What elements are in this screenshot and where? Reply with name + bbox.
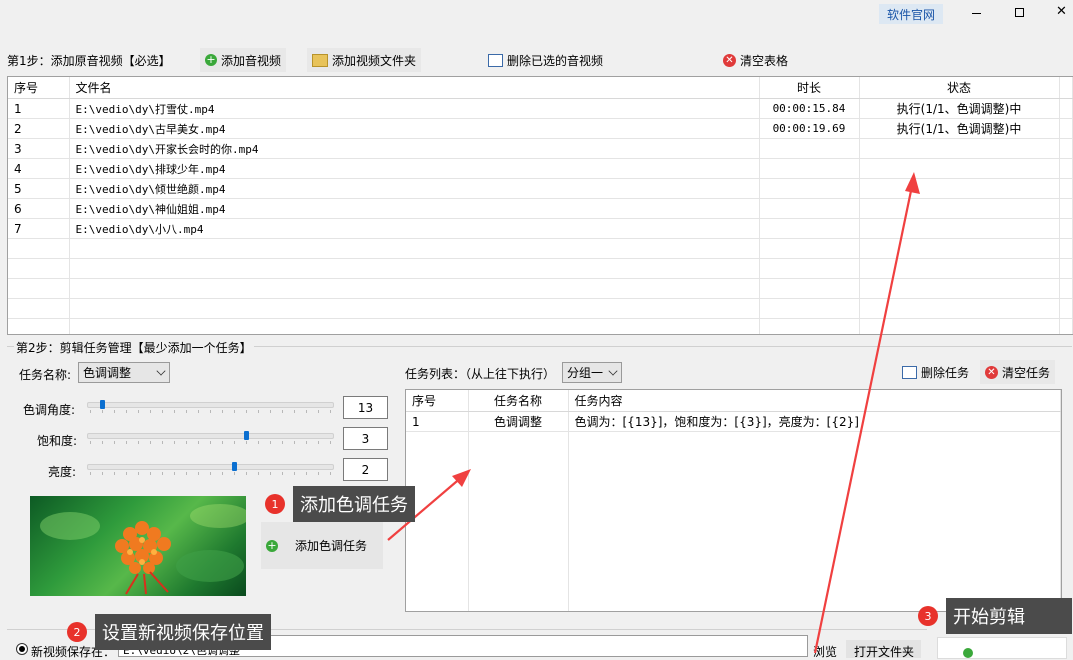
arrow-to-status-column: [813, 172, 920, 653]
callout-1-badge: 1: [265, 494, 285, 514]
callout-1-text: 添加色调任务: [293, 486, 415, 522]
callout-3-text: 开始剪辑: [946, 598, 1072, 634]
annotation-arrows: [387, 172, 920, 653]
callout-3-badge: 3: [918, 606, 938, 626]
callout-2-text: 设置新视频保存位置: [95, 614, 271, 650]
callout-2-badge: 2: [67, 622, 87, 642]
